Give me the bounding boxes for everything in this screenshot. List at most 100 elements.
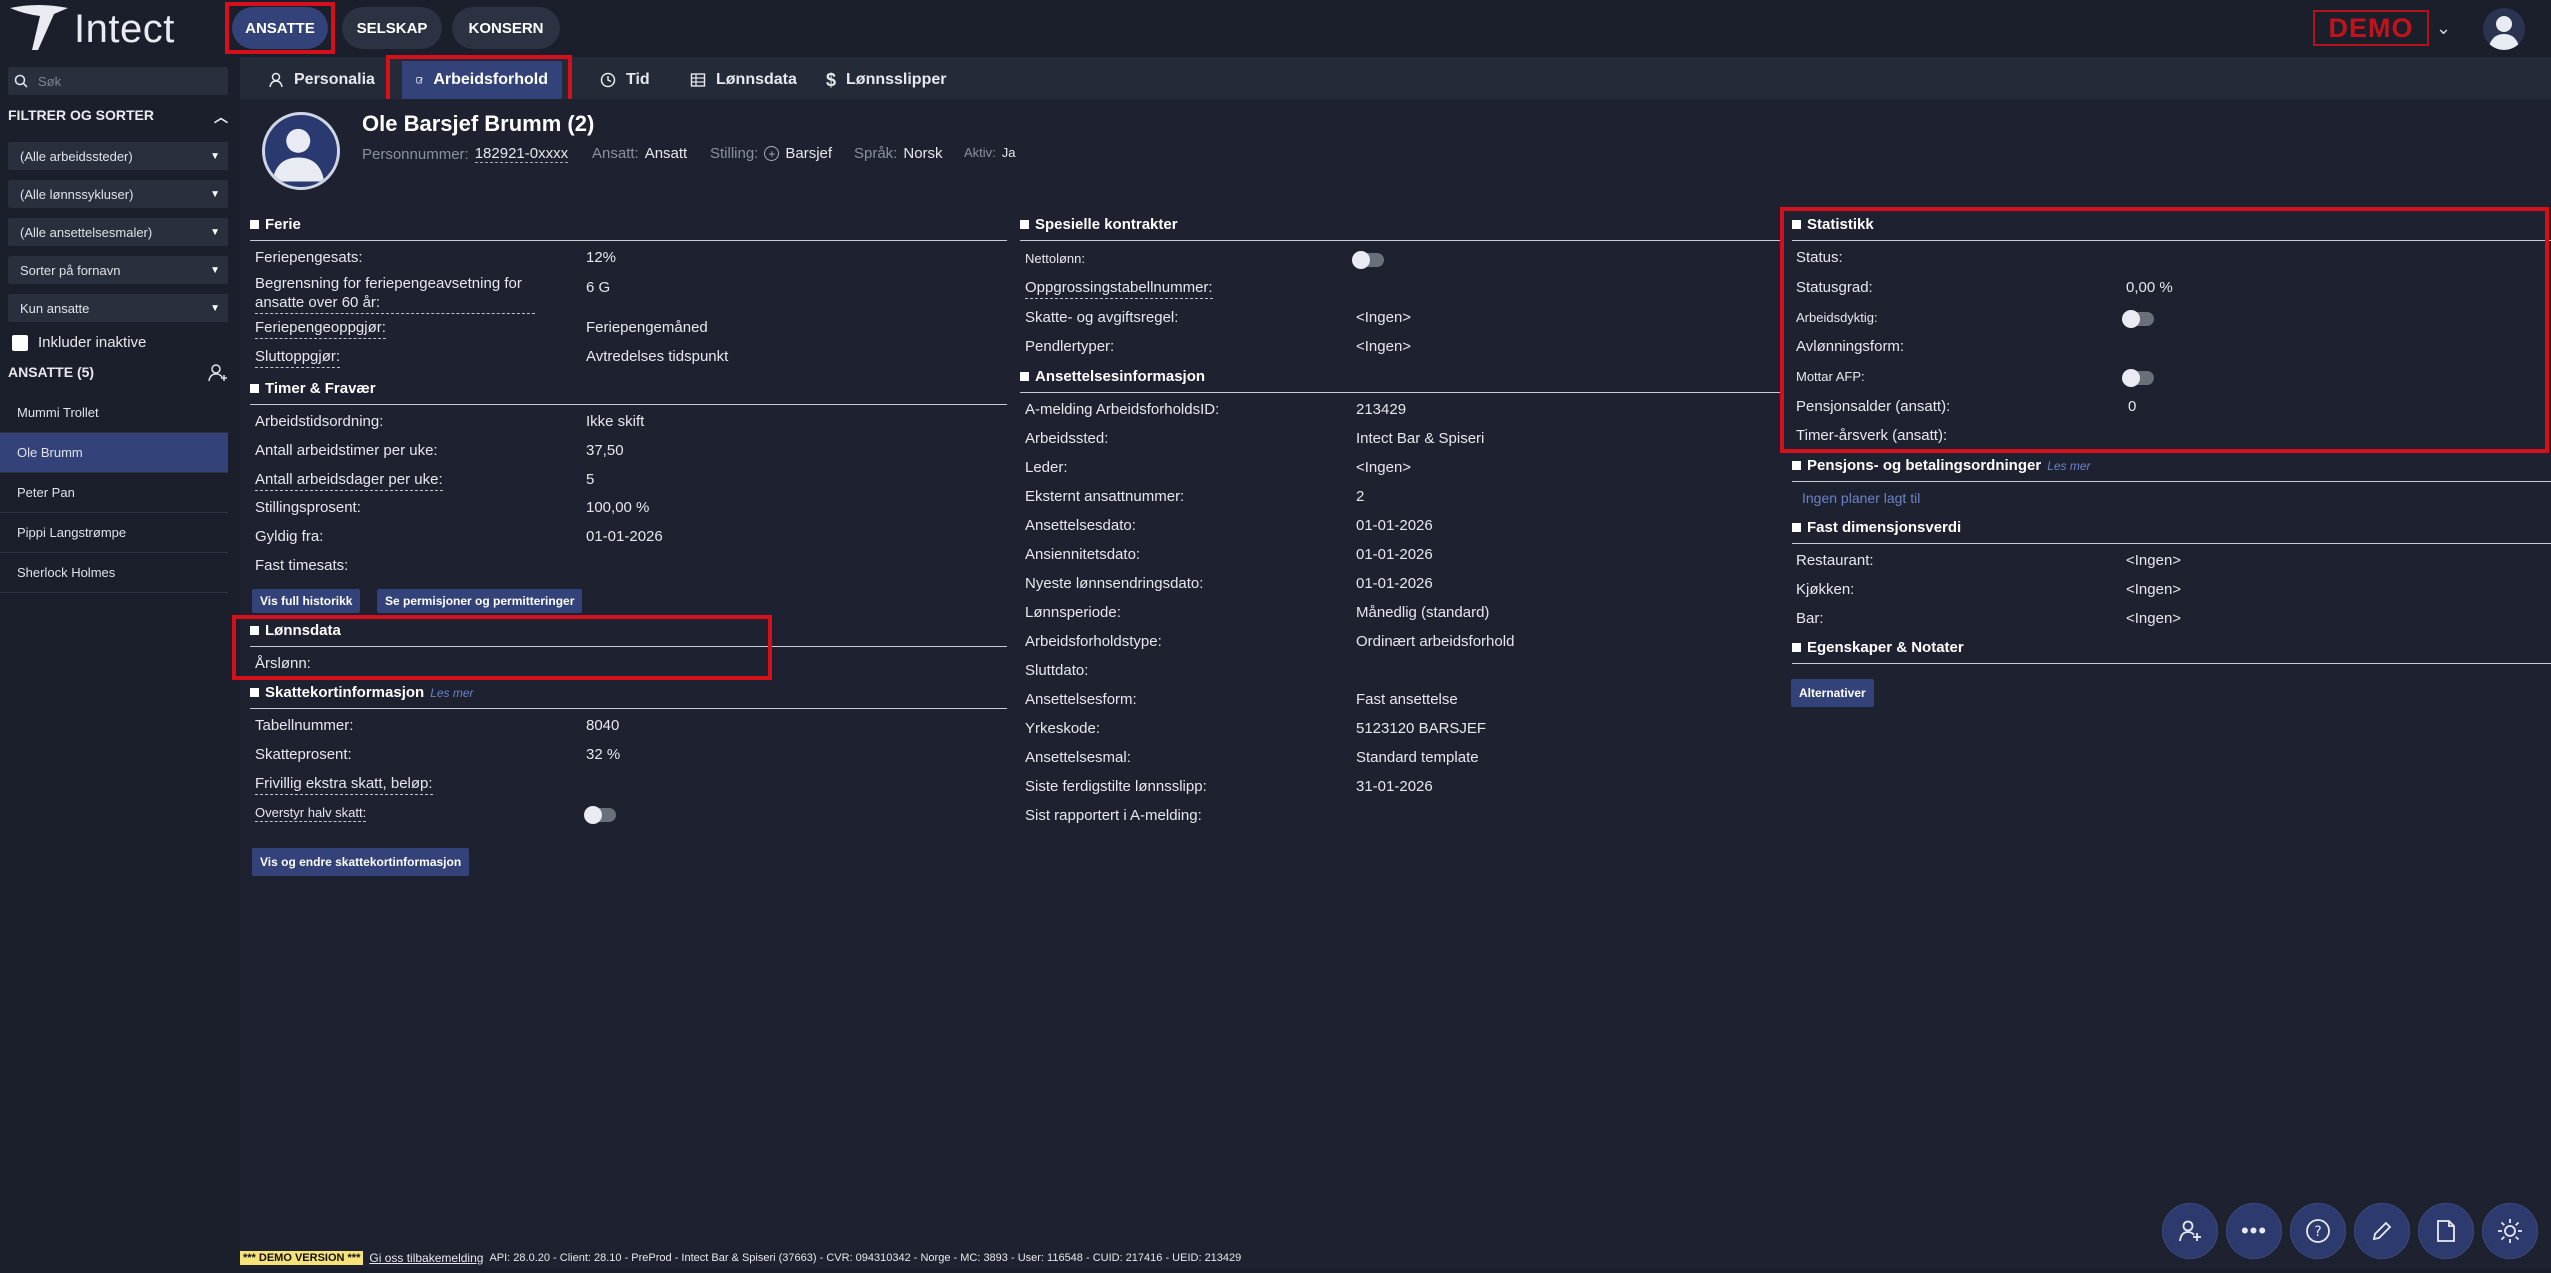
caret-down-icon: ▼ xyxy=(210,188,220,200)
sort-dropdown[interactable]: Sorter på fornavn ▼ xyxy=(8,256,228,284)
position: Stilling: + Barsjef xyxy=(710,145,832,162)
field-label: Bar: xyxy=(1796,610,1824,627)
work-able-toggle[interactable] xyxy=(2122,310,2154,328)
nav-employees[interactable]: ANSATTE xyxy=(232,7,328,49)
section-title: Timer & Fravær xyxy=(265,380,376,397)
field-label: Eksternt ansattnummer: xyxy=(1025,488,1185,505)
logo-text: Intect xyxy=(74,6,175,51)
full-history-button[interactable]: Vis full historikk xyxy=(252,589,361,613)
afp-toggle[interactable] xyxy=(2122,369,2154,387)
document-button[interactable] xyxy=(2418,1203,2474,1259)
section-marker xyxy=(250,688,259,697)
section-title: Ansettelsesinformasjon xyxy=(1035,368,1206,385)
employee-item[interactable]: Peter Pan xyxy=(0,473,228,513)
field-value: <Ingen> xyxy=(1356,459,1412,476)
net-salary-toggle[interactable] xyxy=(1352,251,1384,269)
employee-item-selected[interactable]: Ole Brumm xyxy=(0,433,228,473)
employee-item[interactable]: Pippi Langstrømpe xyxy=(0,513,228,553)
search-input[interactable]: Søk xyxy=(8,67,228,95)
field-value: 31-01-2026 xyxy=(1356,778,1433,795)
chevron-up-icon[interactable]: ︿ xyxy=(214,107,228,127)
caret-down-icon: ▼ xyxy=(210,302,220,314)
plus-circle-icon[interactable]: + xyxy=(764,146,780,161)
section-marker xyxy=(1792,220,1801,229)
dropdown-value: (Alle arbeidssteder) xyxy=(20,148,133,164)
add-user-button[interactable] xyxy=(2162,1203,2218,1259)
section-timer: Timer & Fravær xyxy=(250,380,376,397)
field-value: 37,50 xyxy=(586,442,624,459)
field-label: Stillingsprosent: xyxy=(255,499,361,516)
section-skattekort: Skattekortinformasjon Les mer xyxy=(250,684,474,701)
leave-button[interactable]: Se permisjoner og permitteringer xyxy=(377,589,583,613)
nav-company[interactable]: SELSKAP xyxy=(342,7,442,49)
no-plans-link[interactable]: Ingen planer lagt til xyxy=(1802,490,1920,506)
field-value: Standard template xyxy=(1356,749,1479,766)
field-value: 6 G xyxy=(586,279,611,296)
meta-label: Stilling: xyxy=(710,145,759,162)
tab-lonnsslipper[interactable]: $ Lønnsslipper xyxy=(812,61,960,99)
document-icon xyxy=(2437,1220,2455,1242)
tab-arbeidsforhold[interactable]: Arbeidsforhold xyxy=(402,61,562,99)
employee-item[interactable]: Sherlock Holmes xyxy=(0,553,228,593)
chevron-down-icon[interactable]: ⌄ xyxy=(2436,18,2451,39)
field-label: Antall arbeidstimer per uke: xyxy=(255,442,438,459)
meta-value[interactable]: 182921-0xxxx xyxy=(474,145,569,163)
field-value: <Ingen> xyxy=(2126,581,2182,598)
field-label: Frivillig ekstra skatt, beløp: xyxy=(255,775,433,795)
field-label: Lønnsperiode: xyxy=(1025,604,1121,621)
demo-badge[interactable]: DEMO xyxy=(2313,10,2429,46)
feedback-link[interactable]: Gi oss tilbakemelding xyxy=(369,1251,483,1265)
salary-cycle-dropdown[interactable]: (Alle lønnssykluser) ▼ xyxy=(8,180,228,208)
section-marker xyxy=(1792,643,1801,652)
more-button[interactable]: ••• xyxy=(2226,1203,2282,1259)
employee-item[interactable]: Mummi Trollet xyxy=(0,393,228,433)
field-value: 8040 xyxy=(586,717,620,734)
field-value: Feriepengemåned xyxy=(586,319,708,336)
field-label: Gyldig fra: xyxy=(255,528,324,545)
add-user-icon[interactable] xyxy=(208,364,228,382)
avatar[interactable] xyxy=(262,112,340,190)
intect-logo[interactable]: Intect xyxy=(8,4,175,54)
user-avatar[interactable] xyxy=(2483,8,2525,50)
field-value: 2 xyxy=(1356,488,1365,505)
section-dimensjon: Fast dimensjonsverdi xyxy=(1792,519,1961,536)
filter-header[interactable]: FILTRER OG SORTER ︿ xyxy=(8,107,228,127)
field-value: 01-01-2026 xyxy=(1356,517,1433,534)
alternatives-button[interactable]: Alternativer xyxy=(1791,679,1874,707)
field-label: Yrkeskode: xyxy=(1025,720,1101,737)
template-dropdown[interactable]: (Alle ansettelsesmaler) ▼ xyxy=(8,218,228,246)
type-dropdown[interactable]: Kun ansatte ▼ xyxy=(8,294,228,322)
section-marker xyxy=(1792,461,1801,470)
edit-button[interactable] xyxy=(2354,1203,2410,1259)
workplace-dropdown[interactable]: (Alle arbeidssteder) ▼ xyxy=(8,142,228,170)
field-value: Avtredelses tidspunkt xyxy=(586,348,729,365)
help-button[interactable]: ? xyxy=(2290,1203,2346,1259)
tab-bar: Personalia Arbeidsforhold Tid Lønnsdata … xyxy=(240,57,2551,99)
field-label: Arbeidsdyktig: xyxy=(1796,310,1878,325)
section-marker xyxy=(250,220,259,229)
field-label: Arbeidstidsordning: xyxy=(255,413,384,430)
meta-label: Personnummer: xyxy=(362,145,469,163)
demo-version-label: *** DEMO VERSION *** xyxy=(240,1251,364,1265)
include-inactive-checkbox[interactable]: Inkluder inaktive xyxy=(12,334,146,351)
half-tax-toggle[interactable] xyxy=(584,806,616,824)
edit-taxcard-button[interactable]: Vis og endre skattekortinformasjon xyxy=(252,848,470,876)
tab-tid[interactable]: Tid xyxy=(586,61,664,99)
field-label: Pendlertyper: xyxy=(1025,338,1115,355)
read-more-link[interactable]: Les mer xyxy=(430,686,473,700)
tab-label: Arbeidsforhold xyxy=(433,71,548,88)
section-title: Spesielle kontrakter xyxy=(1035,216,1178,233)
field-label: Skatte- og avgiftsregel: xyxy=(1025,309,1179,326)
field-label: Skatteprosent: xyxy=(255,746,352,763)
field-value: Intect Bar & Spiseri xyxy=(1356,430,1485,447)
tab-lonnsdata[interactable]: Lønnsdata xyxy=(676,61,811,99)
section-title: Fast dimensjonsverdi xyxy=(1807,519,1962,536)
employee-header: Ole Barsjef Brumm (2) Personnummer: 1829… xyxy=(240,99,2551,199)
read-more-link[interactable]: Les mer xyxy=(2047,459,2090,473)
tab-personalia[interactable]: Personalia xyxy=(254,61,389,99)
section-lonnsdata: Lønnsdata xyxy=(250,622,341,639)
checkbox-box[interactable] xyxy=(12,334,28,351)
theme-button[interactable] xyxy=(2482,1203,2538,1259)
build-info: API: 28.0.20 - Client: 28.10 - PreProd -… xyxy=(489,1252,1242,1264)
nav-group[interactable]: KONSERN xyxy=(452,7,560,49)
